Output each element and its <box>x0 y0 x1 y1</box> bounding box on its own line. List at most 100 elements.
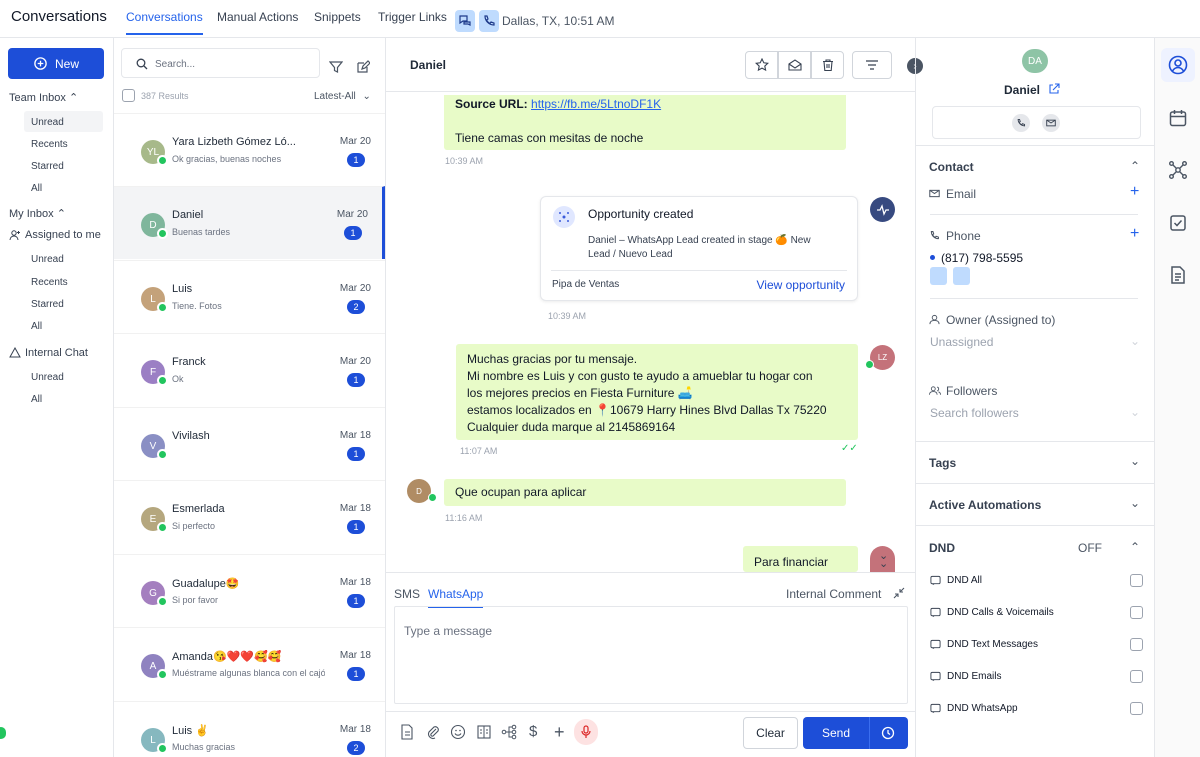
task-check-icon[interactable] <box>1168 213 1188 233</box>
internal-chat-toggle[interactable]: Internal Chat <box>9 347 88 359</box>
microphone-button[interactable] <box>574 719 598 745</box>
phone-icon <box>1017 118 1026 127</box>
internal-chat-unread[interactable]: Unread <box>31 372 64 383</box>
source-url-link[interactable]: https://fb.me/5LtnoDF1K <box>531 97 661 111</box>
tab-whatsapp[interactable]: WhatsApp <box>428 587 484 608</box>
divider <box>869 717 870 749</box>
team-inbox-starred[interactable]: Starred <box>31 161 64 172</box>
phone-value[interactable]: (817) 798-5595 <box>941 251 1023 265</box>
emoji-icon[interactable] <box>450 724 466 740</box>
dollar-icon[interactable]: $ <box>529 724 545 740</box>
my-inbox-all[interactable]: All <box>31 321 42 332</box>
tags-section[interactable]: Tags <box>929 456 956 470</box>
send-button[interactable]: Send <box>803 717 908 749</box>
filter-icon[interactable] <box>329 60 343 74</box>
network-icon[interactable] <box>1168 160 1188 180</box>
email-button[interactable] <box>1042 114 1060 132</box>
team-inbox-recents[interactable]: Recents <box>31 139 68 150</box>
delete-button[interactable] <box>811 51 844 79</box>
incoming-message: Source URL: https://fb.me/5LtnoDF1K Tien… <box>444 95 846 150</box>
workflow-icon[interactable] <box>501 724 517 740</box>
dnd-checkbox[interactable] <box>1130 702 1143 715</box>
my-inbox-recents[interactable]: Recents <box>31 277 68 288</box>
my-inbox-unread[interactable]: Unread <box>31 254 64 265</box>
team-inbox-toggle[interactable]: Team Inbox ⌃ <box>9 91 78 104</box>
conversation-item[interactable]: L Luis ✌️ Muchas gracias Mar 18 2 <box>114 701 385 757</box>
chevron-up-icon[interactable]: ⌃ <box>1130 159 1140 173</box>
select-all-checkbox[interactable] <box>122 89 135 102</box>
scroll-down-icon[interactable]: ⌄ ⌄ <box>879 551 888 570</box>
conversation-date: Mar 18 <box>339 724 371 735</box>
dnd-checkbox[interactable] <box>1130 606 1143 619</box>
new-conversation-button[interactable]: New <box>8 48 104 79</box>
dnd-section[interactable]: DND <box>929 541 955 555</box>
inbox-sidebar: New Team Inbox ⌃ Unread Recents Starred … <box>0 38 114 757</box>
chevron-down-icon[interactable]: ⌄ <box>1130 496 1140 510</box>
dnd-checkbox[interactable] <box>1130 574 1143 587</box>
chat-chip-icon[interactable] <box>455 10 475 32</box>
message-input[interactable]: Type a message <box>394 606 908 704</box>
chat-chip-icon[interactable] <box>930 267 947 285</box>
external-link-icon[interactable] <box>1048 83 1060 95</box>
search-input[interactable]: Search... <box>121 48 320 78</box>
followers-search[interactable]: Search followers <box>930 406 1019 420</box>
notes-icon[interactable] <box>1168 265 1188 285</box>
plus-icon[interactable]: + <box>554 723 570 741</box>
conversation-item[interactable]: D Daniel Buenas tardes Mar 20 1 <box>114 186 385 259</box>
call-button[interactable] <box>1012 114 1030 132</box>
chevron-up-icon[interactable]: ⌃ <box>1130 540 1140 554</box>
conversation-item[interactable]: G Guadalupe🤩 Si por favor Mar 18 1 <box>114 554 385 627</box>
opportunity-title: Opportunity created <box>588 207 694 221</box>
tab-conversations[interactable]: Conversations <box>126 10 203 35</box>
conversation-preview: Si perfecto <box>172 521 216 531</box>
conversation-item[interactable]: L Luis Tiene. Fotos Mar 20 2 <box>114 260 385 333</box>
star-button[interactable] <box>745 51 778 79</box>
whatsapp-icon <box>157 228 168 239</box>
my-inbox-starred[interactable]: Starred <box>31 299 64 310</box>
compose-icon[interactable] <box>356 60 370 74</box>
internal-comment-tab[interactable]: Internal Comment <box>786 587 881 601</box>
conversation-item[interactable]: F Franck Ok Mar 20 1 <box>114 333 385 406</box>
conversation-name: Luis ✌️ <box>172 725 209 737</box>
conversation-item[interactable]: A Amanda😘❤️❤️🥰🥰 Muéstrame algunas blanca c… <box>114 627 385 700</box>
dnd-checkbox[interactable] <box>1130 638 1143 651</box>
tab-manual-actions[interactable]: Manual Actions <box>217 10 298 24</box>
sort-dropdown[interactable]: Latest-All ⌄ <box>314 91 371 102</box>
mark-read-button[interactable] <box>778 51 811 79</box>
internal-chat-all[interactable]: All <box>31 394 42 405</box>
tab-trigger-links[interactable]: Trigger Links <box>378 10 447 24</box>
minimize-icon[interactable] <box>893 587 905 599</box>
filter-messages-button[interactable] <box>852 51 892 79</box>
team-inbox-unread[interactable]: Unread <box>24 111 103 132</box>
email-label: Email <box>946 187 977 201</box>
dnd-checkbox[interactable] <box>1130 670 1143 683</box>
whatsapp-icon <box>157 155 168 166</box>
conversation-item[interactable]: YL Yara Lizbeth Gómez Ló... Ok gracias, bu… <box>114 113 385 186</box>
team-inbox-all[interactable]: All <box>31 183 42 194</box>
tab-snippets[interactable]: Snippets <box>314 10 361 24</box>
add-phone-button[interactable]: + <box>1130 225 1139 243</box>
tab-sms[interactable]: SMS <box>394 587 420 601</box>
clear-button[interactable]: Clear <box>743 717 798 749</box>
schedule-clock-icon[interactable] <box>881 726 895 740</box>
conversation-item[interactable]: V Vivilash Mar 18 1 <box>114 407 385 480</box>
chat-header: Daniel › <box>386 38 923 92</box>
owner-select[interactable]: Unassigned <box>930 335 993 349</box>
template-icon[interactable] <box>476 724 492 740</box>
phone-chip-icon[interactable] <box>953 267 970 285</box>
phone-chip-icon[interactable] <box>479 10 499 32</box>
conversation-item[interactable]: E Esmerlada Si perfecto Mar 18 1 <box>114 480 385 553</box>
my-inbox-toggle[interactable]: My Inbox ⌃ <box>9 207 66 220</box>
automations-section[interactable]: Active Automations <box>929 498 1041 512</box>
dnd-label: DND Calls & Voicemails <box>947 607 1054 618</box>
incoming-message: Que ocupan para aplicar <box>444 479 846 506</box>
dnd-label: DND All <box>947 575 983 586</box>
chevron-down-icon[interactable]: ⌄ <box>1130 454 1140 468</box>
attachment-icon[interactable] <box>425 724 441 740</box>
document-icon[interactable] <box>399 724 415 740</box>
contact-circle-icon[interactable] <box>1168 55 1188 75</box>
calendar-icon[interactable] <box>1168 108 1188 128</box>
view-opportunity-link[interactable]: View opportunity <box>757 278 846 292</box>
add-email-button[interactable]: + <box>1130 183 1139 201</box>
assigned-to-me[interactable]: Assigned to me <box>9 229 101 241</box>
